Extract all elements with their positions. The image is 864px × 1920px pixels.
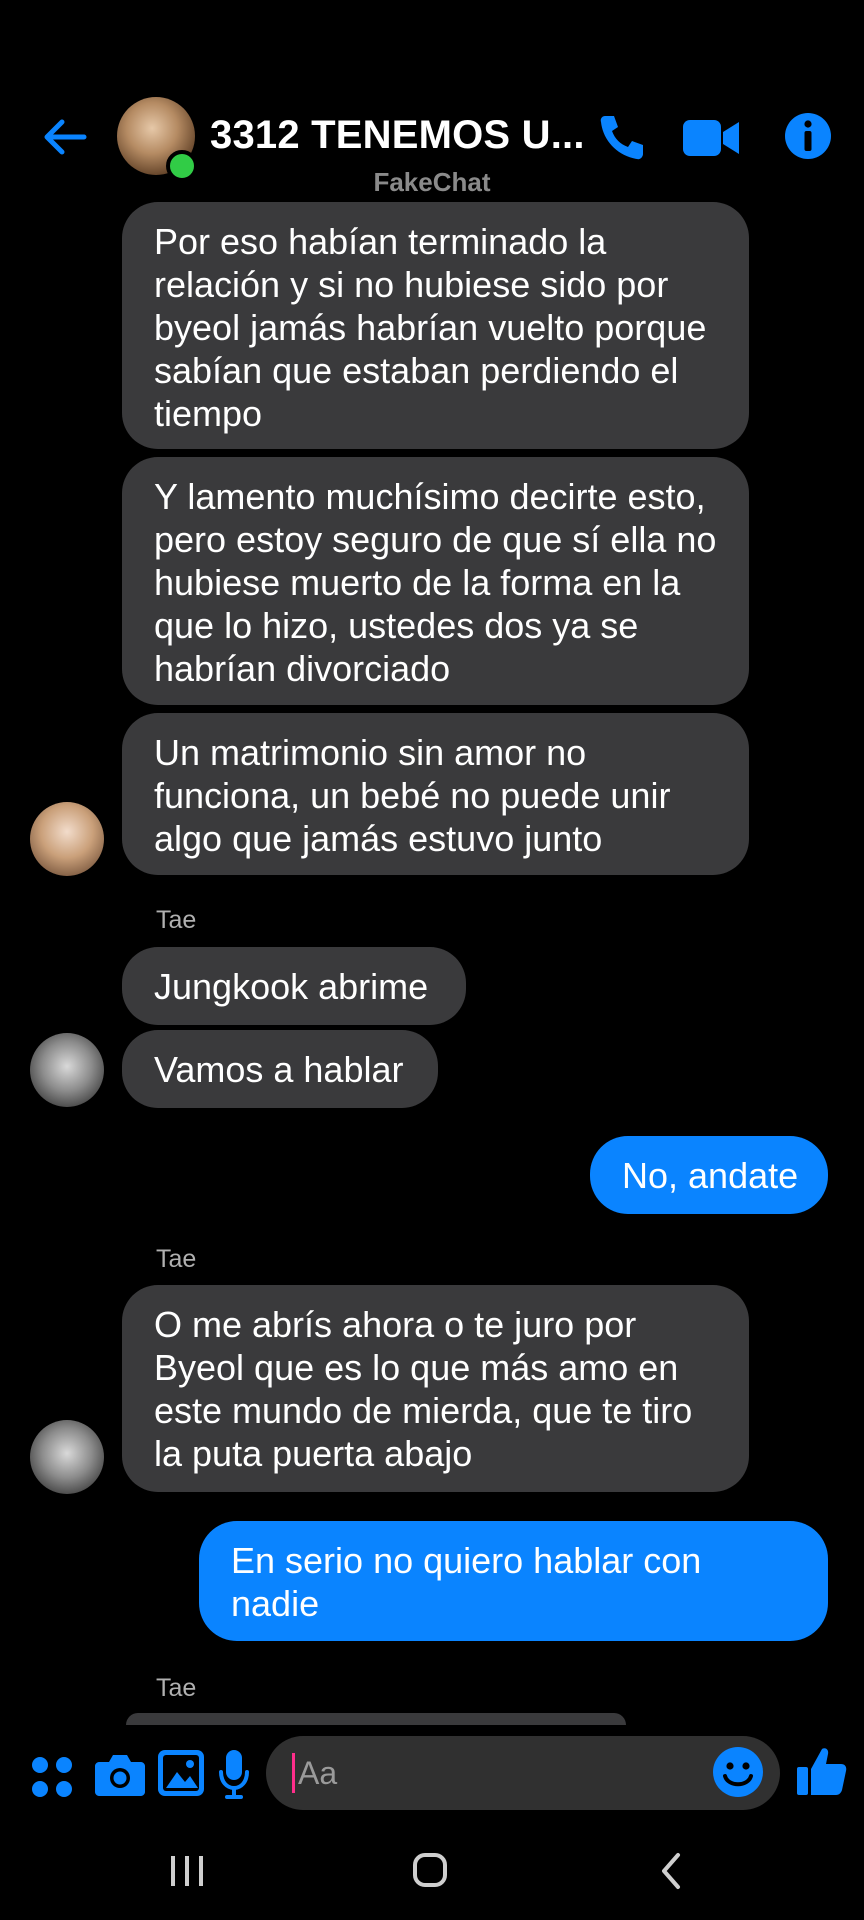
- sender-avatar[interactable]: [30, 1420, 104, 1494]
- message-bubble-incoming[interactable]: O me abrís ahora o te juro por Byeol que…: [122, 1285, 749, 1492]
- camera-icon[interactable]: [95, 1752, 145, 1796]
- recents-icon[interactable]: [168, 1854, 206, 1888]
- message-bubble-incoming[interactable]: Jungkook abrime: [122, 947, 466, 1025]
- chat-title[interactable]: 3312 TENEMOS U...: [210, 113, 585, 158]
- watermark: FakeChat: [373, 167, 491, 197]
- sender-name: Tae: [156, 1245, 197, 1273]
- gallery-icon[interactable]: [158, 1750, 204, 1796]
- text-cursor: [292, 1753, 295, 1793]
- like-icon[interactable]: [795, 1745, 847, 1797]
- back-icon[interactable]: [660, 1852, 682, 1890]
- message-bubble-outgoing[interactable]: En serio no quiero hablar con nadie: [199, 1521, 828, 1641]
- mic-icon[interactable]: [218, 1750, 250, 1800]
- sender-avatar[interactable]: [30, 1033, 104, 1107]
- message-input-placeholder: Aa: [298, 1755, 338, 1791]
- message-bubble-outgoing[interactable]: No, andate: [590, 1136, 828, 1214]
- phone-icon[interactable]: [597, 112, 645, 162]
- message-bubble-partial: [126, 1713, 626, 1725]
- sender-name: Tae: [156, 1674, 197, 1702]
- sender-avatar[interactable]: [30, 802, 104, 876]
- back-arrow-icon[interactable]: [40, 112, 90, 162]
- home-icon[interactable]: [412, 1852, 448, 1888]
- info-icon[interactable]: [784, 112, 832, 160]
- apps-icon[interactable]: [30, 1755, 74, 1799]
- sender-name: Tae: [156, 906, 197, 934]
- message-input[interactable]: [266, 1736, 780, 1810]
- message-bubble-incoming[interactable]: Y lamento muchísimo decirte esto, pero e…: [122, 457, 749, 705]
- message-bubble-incoming[interactable]: Vamos a hablar: [122, 1030, 438, 1108]
- video-camera-icon[interactable]: [683, 118, 741, 158]
- message-bubble-incoming[interactable]: Por eso habían terminado la relación y s…: [122, 202, 749, 449]
- message-bubble-incoming[interactable]: Un matrimonio sin amor no funciona, un b…: [122, 713, 749, 875]
- emoji-icon[interactable]: [712, 1746, 764, 1798]
